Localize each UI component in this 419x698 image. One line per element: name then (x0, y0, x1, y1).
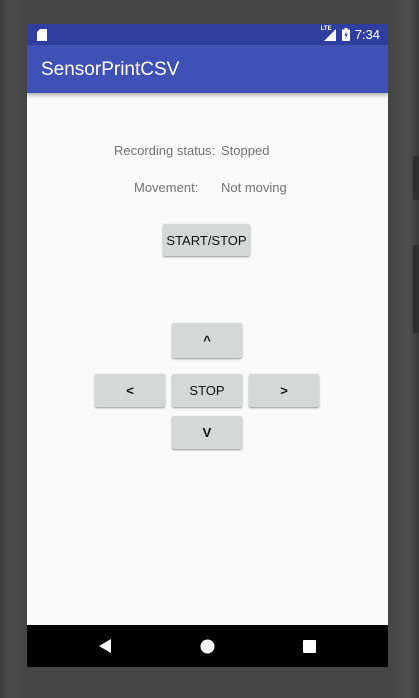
status-icons: LTE 7:34 (320, 24, 380, 45)
clock: 7:34 (354, 27, 380, 42)
start-stop-button[interactable]: START/STOP (163, 224, 250, 256)
movement-value: Not moving (221, 180, 287, 195)
volume-button (413, 156, 419, 200)
movement-label: Movement: (134, 180, 199, 195)
down-button[interactable]: V (172, 416, 242, 449)
back-icon[interactable] (93, 625, 117, 667)
main-content: Recording status: Stopped Movement: Not … (27, 93, 388, 625)
status-bar: LTE 7:34 (27, 24, 388, 45)
recording-status-value: Stopped (221, 143, 270, 158)
app-bar: SensorPrintCSV (27, 45, 388, 93)
navigation-bar (27, 625, 388, 667)
home-icon[interactable] (195, 625, 219, 667)
battery-icon (341, 28, 350, 41)
app-title: SensorPrintCSV (41, 59, 180, 80)
power-button (413, 245, 419, 333)
stop-button[interactable]: STOP (172, 374, 242, 407)
phone-screen: LTE 7:34 SensorPrintCSV Recording status… (27, 24, 388, 667)
device-frame: LTE 7:34 SensorPrintCSV Recording status… (0, 0, 419, 698)
signal-icon: LTE (320, 25, 337, 42)
right-button[interactable]: > (249, 374, 319, 407)
recents-icon[interactable] (297, 625, 321, 667)
sd-card-icon (37, 28, 47, 41)
network-type-label: LTE (320, 25, 332, 32)
up-button[interactable]: ^ (172, 323, 242, 358)
left-button[interactable]: < (95, 374, 165, 407)
recording-status-label: Recording status: (114, 143, 216, 158)
